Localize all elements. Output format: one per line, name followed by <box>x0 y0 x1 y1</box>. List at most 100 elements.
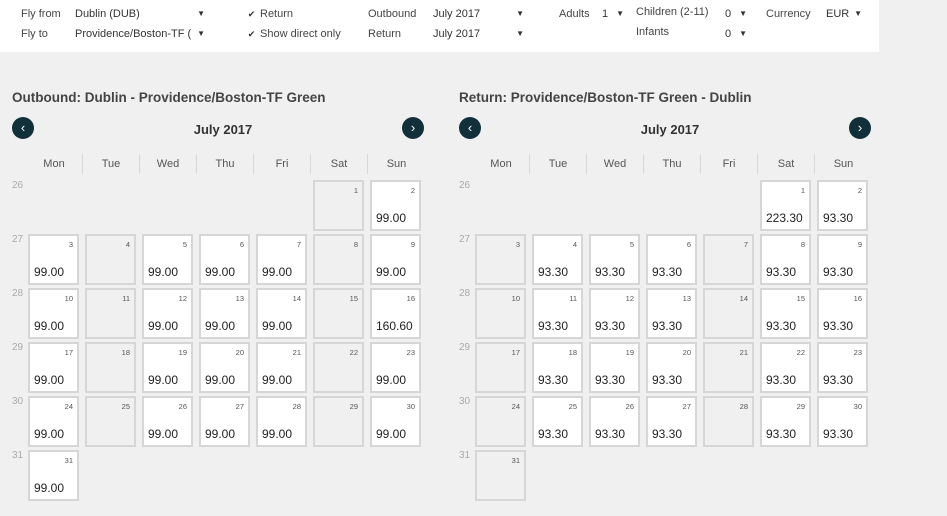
return-day-cell[interactable]: 16 93.30 <box>817 288 868 339</box>
return-next-month-button[interactable]: › <box>849 117 871 139</box>
return-day-cell[interactable]: 1 223.30 <box>760 180 811 231</box>
day-number: 6 <box>686 240 691 249</box>
return-day-cell[interactable]: 2 93.30 <box>817 180 868 231</box>
return-day-cell[interactable]: 3 <box>475 234 526 285</box>
fly-to-select[interactable]: Providence/Boston-TF ( ▼ <box>72 26 208 42</box>
outbound-day-cell[interactable]: 26 99.00 <box>142 396 193 447</box>
outbound-day-cell[interactable]: 23 99.00 <box>370 342 421 393</box>
outbound-day-cell[interactable]: 18 <box>85 342 136 393</box>
outbound-day-cell[interactable]: 24 99.00 <box>28 396 79 447</box>
return-day-cell[interactable]: 24 <box>475 396 526 447</box>
day-number: 21 <box>292 348 301 357</box>
return-day-cell[interactable]: 30 93.30 <box>817 396 868 447</box>
outbound-day-cell[interactable]: 30 99.00 <box>370 396 421 447</box>
chevron-down-icon: ▼ <box>197 29 205 38</box>
return-day-cell[interactable]: 18 93.30 <box>532 342 583 393</box>
return-week-number: 29 <box>459 342 471 353</box>
outbound-week-number: 26 <box>12 180 24 191</box>
return-day-cell[interactable]: 5 93.30 <box>589 234 640 285</box>
return-day-cell[interactable]: 21 <box>703 342 754 393</box>
direct-only-checkbox[interactable]: ✔ Show direct only <box>247 27 341 41</box>
return-day-cell[interactable]: 6 93.30 <box>646 234 697 285</box>
outbound-day-cell[interactable]: 11 <box>85 288 136 339</box>
outbound-day-cell[interactable]: 9 99.00 <box>370 234 421 285</box>
outbound-day-cell[interactable]: 17 99.00 <box>28 342 79 393</box>
outbound-next-month-button[interactable]: › <box>402 117 424 139</box>
outbound-day-cell[interactable]: 1 <box>313 180 364 231</box>
outbound-day-cell[interactable]: 20 99.00 <box>199 342 250 393</box>
return-day-cell[interactable]: 11 93.30 <box>532 288 583 339</box>
outbound-month-select[interactable]: July 2017 ▼ <box>430 6 527 22</box>
return-day-cell[interactable]: 8 93.30 <box>760 234 811 285</box>
return-weekday-header: Wed <box>587 154 644 174</box>
return-weekday-header: Sun <box>833 158 854 170</box>
return-month-select[interactable]: July 2017 ▼ <box>430 26 527 42</box>
return-day-cell[interactable]: 7 <box>703 234 754 285</box>
adults-select[interactable]: 1 ▼ <box>599 6 627 22</box>
return-day-cell[interactable]: 17 <box>475 342 526 393</box>
outbound-day-cell[interactable]: 10 99.00 <box>28 288 79 339</box>
outbound-day-cell[interactable]: 15 <box>313 288 364 339</box>
return-day-cell[interactable]: 23 93.30 <box>817 342 868 393</box>
return-day-cell[interactable]: 9 93.30 <box>817 234 868 285</box>
return-day-cell[interactable]: 29 93.30 <box>760 396 811 447</box>
outbound-day-cell[interactable]: 22 <box>313 342 364 393</box>
outbound-day-cell[interactable]: 7 99.00 <box>256 234 307 285</box>
fare-price: 99.00 <box>148 319 179 333</box>
return-day-cell[interactable]: 27 93.30 <box>646 396 697 447</box>
return-day-cell[interactable]: 28 <box>703 396 754 447</box>
outbound-day-cell[interactable]: 13 99.00 <box>199 288 250 339</box>
outbound-day-cell[interactable]: 19 99.00 <box>142 342 193 393</box>
day-number: 8 <box>353 240 358 249</box>
outbound-day-cell[interactable]: 16 160.60 <box>370 288 421 339</box>
day-number: 1 <box>353 186 358 195</box>
day-number: 15 <box>349 294 358 303</box>
day-number: 17 <box>64 348 73 357</box>
outbound-day-cell[interactable]: 4 <box>85 234 136 285</box>
day-number: 26 <box>625 402 634 411</box>
outbound-day-cell[interactable]: 12 99.00 <box>142 288 193 339</box>
return-checkbox[interactable]: ✔ Return <box>247 7 293 21</box>
return-day-cell[interactable]: 19 93.30 <box>589 342 640 393</box>
infants-select[interactable]: 0 ▼ <box>722 26 750 42</box>
return-day-cell[interactable]: 13 93.30 <box>646 288 697 339</box>
outbound-day-cell[interactable]: 14 99.00 <box>256 288 307 339</box>
return-day-cell[interactable]: 25 93.30 <box>532 396 583 447</box>
return-day-cell[interactable]: 14 <box>703 288 754 339</box>
day-number: 8 <box>800 240 805 249</box>
day-number: 23 <box>406 348 415 357</box>
outbound-day-cell[interactable]: 25 <box>85 396 136 447</box>
chevron-down-icon: ▼ <box>739 29 747 38</box>
outbound-day-cell[interactable]: 28 99.00 <box>256 396 307 447</box>
return-day-cell[interactable]: 31 <box>475 450 526 501</box>
return-prev-month-button[interactable]: ‹ <box>459 117 481 139</box>
fare-price: 99.00 <box>376 373 407 387</box>
return-day-cell[interactable]: 15 93.30 <box>760 288 811 339</box>
outbound-day-cell[interactable]: 2 99.00 <box>370 180 421 231</box>
fly-from-select[interactable]: Dublin (DUB) ▼ <box>72 6 208 22</box>
day-number: 31 <box>64 456 73 465</box>
currency-select[interactable]: EUR ▼ <box>823 6 865 22</box>
day-number: 4 <box>125 240 130 249</box>
infants-label: Infants <box>636 26 670 38</box>
day-number: 28 <box>739 402 748 411</box>
day-number: 22 <box>349 348 358 357</box>
outbound-day-cell[interactable]: 6 99.00 <box>199 234 250 285</box>
return-day-cell[interactable]: 12 93.30 <box>589 288 640 339</box>
outbound-day-cell[interactable]: 29 <box>313 396 364 447</box>
return-day-cell[interactable]: 10 <box>475 288 526 339</box>
return-day-cell[interactable]: 20 93.30 <box>646 342 697 393</box>
outbound-day-cell[interactable]: 5 99.00 <box>142 234 193 285</box>
outbound-day-cell[interactable]: 31 99.00 <box>28 450 79 501</box>
outbound-day-cell[interactable]: 8 <box>313 234 364 285</box>
return-day-cell[interactable]: 26 93.30 <box>589 396 640 447</box>
day-number: 11 <box>122 294 130 303</box>
outbound-day-cell[interactable]: 3 99.00 <box>28 234 79 285</box>
outbound-day-cell[interactable]: 27 99.00 <box>199 396 250 447</box>
children-select[interactable]: 0 ▼ <box>722 6 750 22</box>
return-day-cell[interactable]: 22 93.30 <box>760 342 811 393</box>
return-day-cell[interactable]: 4 93.30 <box>532 234 583 285</box>
outbound-day-cell[interactable]: 21 99.00 <box>256 342 307 393</box>
fare-price: 99.00 <box>262 373 293 387</box>
outbound-prev-month-button[interactable]: ‹ <box>12 117 34 139</box>
